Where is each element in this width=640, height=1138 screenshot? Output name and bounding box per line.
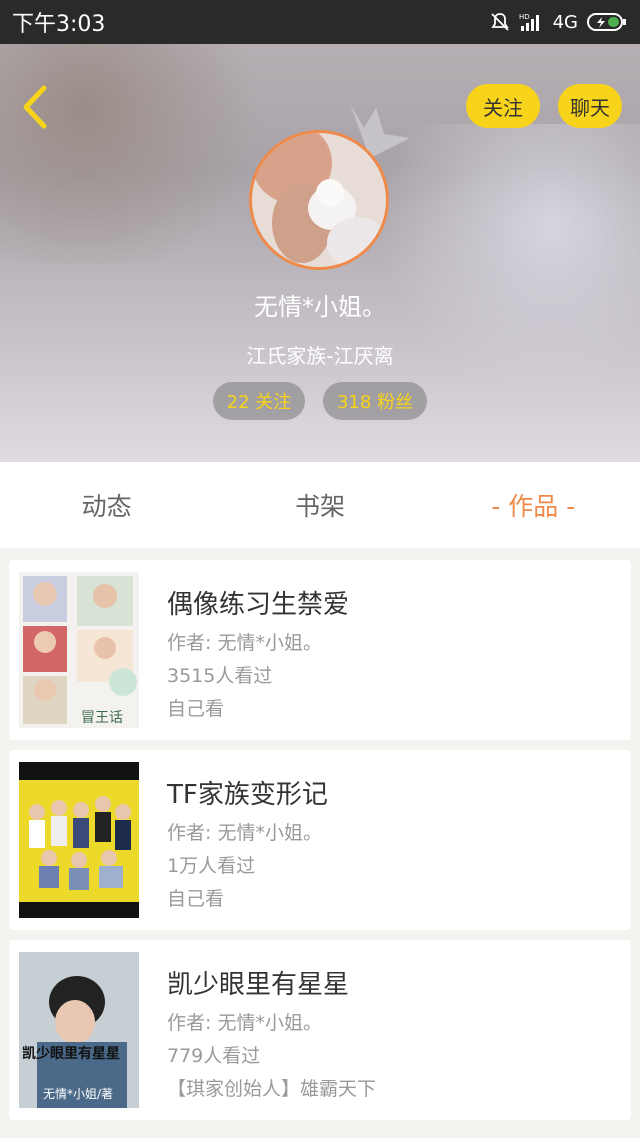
profile-subtitle: 江氏家族-江厌离 — [246, 344, 394, 368]
work-card[interactable]: 凯少眼里有星星 无情*小姐/著 凯少眼里有星星 作者: 无情*小姐。 779人看… — [9, 940, 631, 1120]
signal-icon: HD — [519, 13, 539, 31]
tab-works[interactable]: - 作品 - — [427, 462, 640, 548]
profile-tabs: 动态 书架 - 作品 - — [0, 462, 640, 548]
work-title: 凯少眼里有星星 — [167, 970, 350, 1000]
mute-bell-icon — [490, 13, 509, 31]
work-views: 3515人看过 — [167, 665, 273, 687]
work-card[interactable]: TF家族变形记 作者: 无情*小姐。 1万人看过 自己看 — [9, 750, 631, 930]
tab-updates[interactable]: 动态 — [0, 462, 213, 548]
battery-icon — [587, 13, 626, 31]
avatar[interactable] — [249, 130, 389, 270]
work-cover — [19, 762, 139, 918]
back-button[interactable] — [16, 84, 56, 130]
following-count[interactable]: 22 关注 — [213, 382, 305, 420]
cover-author: 无情*小姐/著 — [43, 1087, 113, 1101]
work-card[interactable]: 冒王话 偶像练习生禁爱 作者: 无情*小姐。 3515人看过 自己看 — [9, 560, 631, 740]
work-author: 作者: 无情*小姐。 — [167, 1012, 322, 1034]
background-blur — [0, 44, 280, 264]
work-extra: 自己看 — [167, 888, 225, 910]
follow-button[interactable]: 关注 — [466, 84, 540, 128]
work-title: TF家族变形记 — [167, 780, 328, 810]
cover-text: 冒王话 — [81, 710, 123, 726]
work-cover: 冒王话 — [19, 572, 139, 728]
work-author: 作者: 无情*小姐。 — [167, 632, 322, 654]
profile-name: 无情*小姐。 — [254, 293, 386, 321]
cover-title: 凯少眼里有星星 — [22, 1045, 120, 1062]
work-extra: 【琪家创始人】雄霸天下 — [167, 1078, 377, 1100]
work-cover: 凯少眼里有星星 无情*小姐/著 — [19, 952, 139, 1108]
svg-text:HD: HD — [519, 13, 530, 21]
work-extra: 自己看 — [167, 698, 225, 720]
work-title: 偶像练习生禁爱 — [167, 590, 350, 620]
fans-count[interactable]: 318 粉丝 — [323, 382, 427, 420]
work-author: 作者: 无情*小姐。 — [167, 822, 322, 844]
status-icons: HD 4G — [489, 11, 628, 33]
profile-header: 关注 聊天 无情*小姐。 江氏家族-江厌离 22 关注 318 粉丝 — [0, 44, 640, 462]
work-views: 779人看过 — [167, 1045, 261, 1067]
status-bar: 下午3:03 HD 4G — [0, 0, 640, 44]
status-time: 下午3:03 — [12, 12, 106, 37]
tab-bookshelf[interactable]: 书架 — [213, 462, 426, 548]
chevron-left-icon — [23, 85, 47, 129]
work-views: 1万人看过 — [167, 855, 256, 877]
avatar-image — [252, 133, 386, 267]
network-type: 4G — [552, 11, 578, 33]
chat-button[interactable]: 聊天 — [558, 84, 622, 128]
